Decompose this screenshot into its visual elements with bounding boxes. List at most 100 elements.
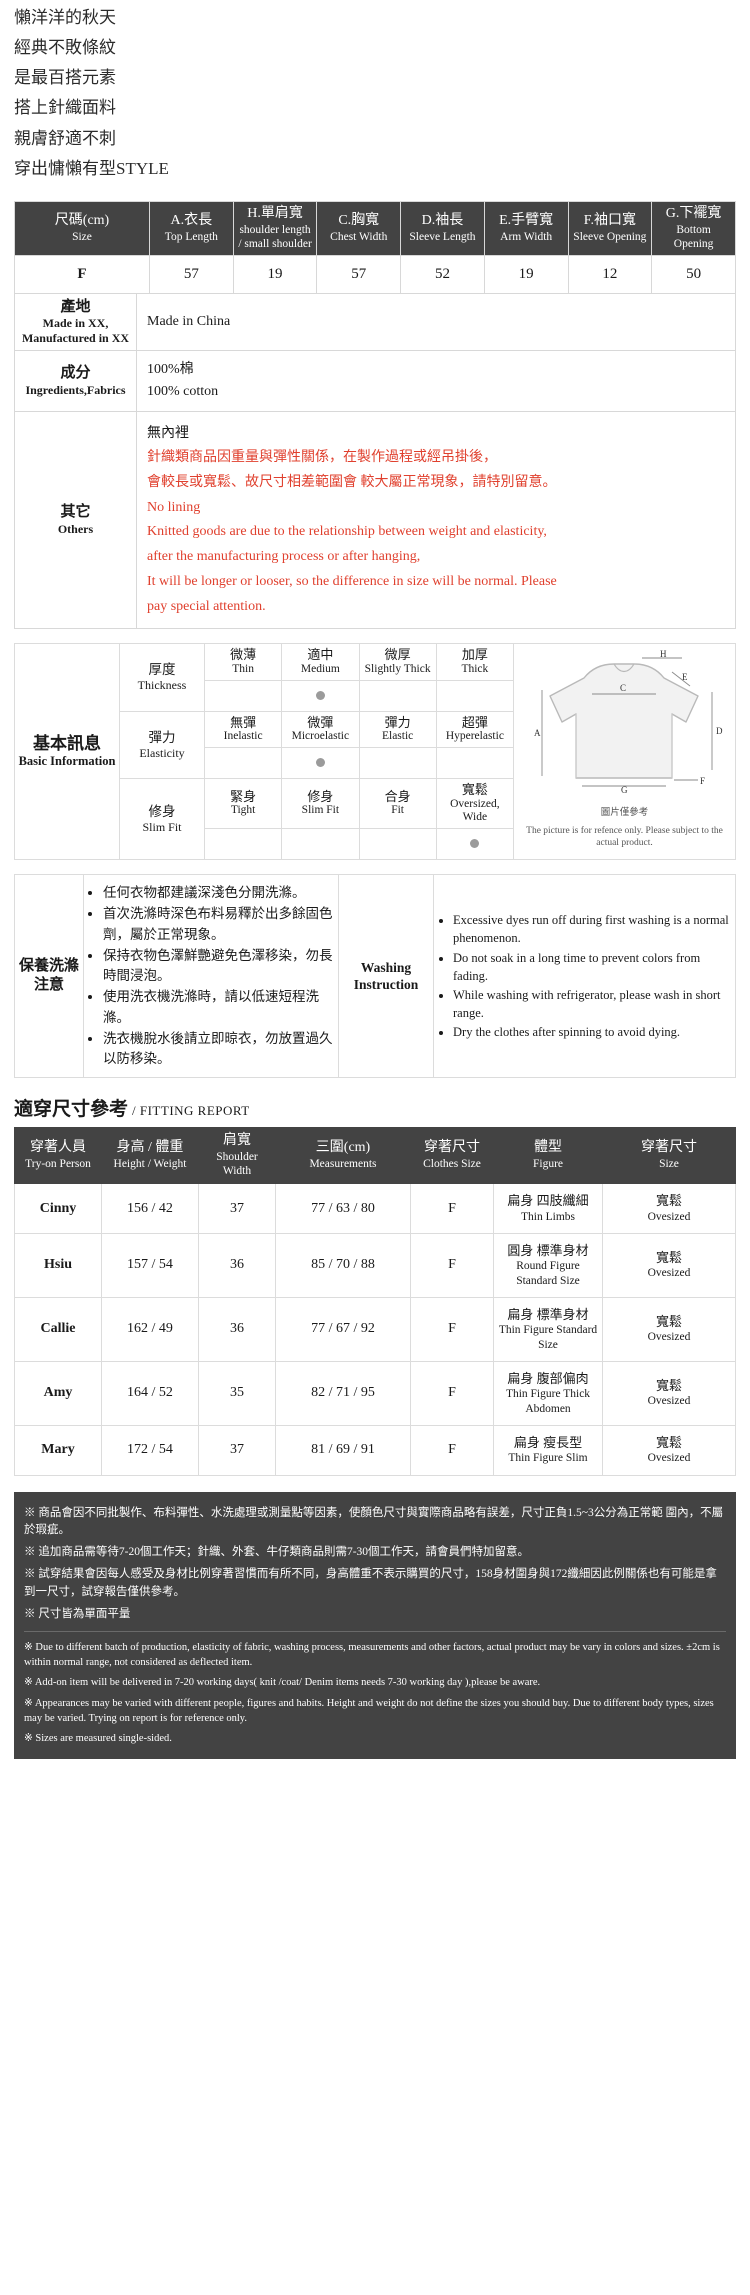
fitting-col-shoulder: 肩寬 Shoulder Width [198, 1127, 276, 1185]
slimfit-dot-cell-1 [281, 828, 360, 861]
footer-note-en: ※ Appearances may be varied with differe… [24, 1697, 714, 1724]
fitting-title-en: / FITTING REPORT [132, 1103, 250, 1119]
diagram-label-C: C [620, 683, 626, 693]
thickness-dot-cell-0 [203, 679, 283, 712]
diagram-caption-en: The picture is for refence only. Please … [526, 826, 723, 849]
size-measure-value: 19 [232, 254, 318, 294]
list-item: 保持衣物色澤鮮艷避免色澤移染，勿長時間浸泡。 [103, 946, 335, 987]
fitting-shoulder: 37 [198, 1183, 276, 1234]
fitting-height-weight: 162 / 49 [101, 1296, 199, 1362]
sweater-diagram-icon: A C D E F G H [534, 649, 723, 795]
fitting-figure: 圓身 標準身材 Round Figure Standard Size [493, 1232, 603, 1298]
size-measure-value: 19 [483, 254, 569, 294]
thickness-dot-cell-3 [435, 679, 515, 712]
fitting-measurements: 77 / 63 / 80 [275, 1183, 411, 1234]
slimfit-dot-cell-0 [203, 828, 283, 861]
others-row: 其它 Others 無內裡 針織類商品因重量與彈性關係，在製作過程或經吊掛後， … [14, 410, 736, 630]
fitting-height-weight: 157 / 54 [101, 1232, 199, 1298]
list-item: Dry the clothes after spinning to avoid … [453, 1023, 732, 1041]
basic-information-table: 基本訊息 Basic Information 厚度 Thickness 微薄 T… [14, 643, 736, 861]
others-note-en-2: Knitted goods are due to the relationshi… [147, 524, 547, 540]
fitting-col-height-weight: 身高 / 體重 Height / Weight [101, 1127, 199, 1185]
others-lining-cn: 無內裡 [147, 425, 189, 441]
elasticity-option-microelastic: 微彈 Microelastic [281, 710, 360, 748]
footer-disclaimer: ※ 商品會因不同批製作、布料彈性、水洗處理或測量點等因素，使顏色尺寸與實際商品略… [14, 1491, 736, 1760]
washing-items-en: Excessive dyes run off during first wash… [433, 874, 736, 1079]
fitting-clothes-size: F [410, 1296, 494, 1362]
footer-note-cn: ※ 商品會因不同批製作、布料彈性、水洗處理或測量點等因素，使顏色尺寸與實際商品略… [24, 1506, 724, 1536]
others-note-en-1: No lining [147, 499, 201, 515]
others-note-en-4: It will be longer or looser, so the diff… [147, 573, 557, 589]
table-row: Amy 164 / 52 35 82 / 71 / 95 F 扁身 腹部偏肉 T… [14, 1360, 736, 1426]
fitting-shoulder: 37 [198, 1424, 276, 1476]
footer-note-en: ※ Sizes are measured single-sided. [24, 1733, 172, 1745]
fitting-clothes-size: F [410, 1232, 494, 1298]
fitting-height-weight: 164 / 52 [101, 1360, 199, 1426]
washing-list-cn: 任何衣物都建議深淺色分開洗滌。 首次洗滌時深色布料易釋於出多餘固色劑，屬於正常現… [87, 883, 335, 1069]
fitting-shoulder: 36 [198, 1232, 276, 1298]
washing-instruction-table: 保養洗滌注意 任何衣物都建議深淺色分開洗滌。 首次洗滌時深色布料易釋於出多餘固色… [14, 874, 736, 1079]
others-value: 無內裡 針織類商品因重量與彈性關係，在製作過程或經吊掛後， 會較長或寬鬆、故尺寸… [136, 410, 736, 630]
fabric-value-cn: 100%棉 [147, 362, 194, 378]
size-measure-value: 57 [149, 254, 234, 294]
thickness-dot-cell-1 [281, 679, 360, 712]
footer-note-cn: ※ 追加商品需等待7-20個工作天；針織、外套、牛仔類商品則需7-30個工作天，… [24, 1546, 530, 1558]
origin-row: 產地 Made in XX, Manufactured in XX Made i… [14, 292, 736, 352]
diagram-label-H: H [660, 650, 667, 659]
intro-line: 親膚舒適不刺 [14, 128, 116, 148]
others-note-en-5: pay special attention. [147, 598, 266, 614]
size-measure-value: 57 [316, 254, 402, 294]
fitting-height-weight: 172 / 54 [101, 1424, 199, 1476]
list-item: Excessive dyes run off during first wash… [453, 911, 732, 947]
footer-note-cn: ※ 尺寸皆為單面平量 [24, 1607, 131, 1620]
thickness-option-thin: 微薄 Thin [203, 643, 283, 681]
fitting-person-name: Amy [14, 1360, 102, 1426]
thickness-dot-cell-2 [358, 679, 437, 712]
size-measure-value: 12 [567, 254, 653, 294]
table-row: Mary 172 / 54 37 81 / 69 / 91 F 扁身 瘦長型 T… [14, 1424, 736, 1476]
diagram-label-E: E [682, 672, 688, 682]
slimfit-option-oversized: 寬鬆 Oversized, Wide [435, 777, 515, 830]
fitting-measurements: 77 / 67 / 92 [275, 1296, 411, 1362]
elasticity-dot-cell-2 [358, 746, 437, 779]
fabric-value: 100%棉 100% cotton [136, 350, 736, 412]
table-row: Cinny 156 / 42 37 77 / 63 / 80 F 扁身 四肢纖細… [14, 1183, 736, 1234]
elasticity-dot-cell-1 [281, 746, 360, 779]
fitting-shoulder: 35 [198, 1360, 276, 1426]
basic-information-label: 基本訊息 Basic Information [14, 643, 120, 861]
fitting-wear-size: 寬鬆 Ovesized [602, 1232, 736, 1298]
origin-label: 產地 Made in XX, Manufactured in XX [14, 292, 137, 352]
slimfit-option-fit: 合身 Fit [358, 777, 437, 830]
elasticity-label: 彈力 Elasticity [119, 710, 205, 779]
fitting-col-measurements: 三圍(cm) Measurements [275, 1127, 411, 1185]
slimfit-option-slim-fit: 修身 Slim Fit [281, 777, 360, 830]
elasticity-option-hyperelastic: 超彈 Hyperelastic [435, 710, 515, 748]
fitting-measurements: 81 / 69 / 91 [275, 1424, 411, 1476]
diagram-label-A: A [534, 728, 541, 738]
elasticity-dot-cell-0 [203, 746, 283, 779]
diagram-caption-cn: 圖片僅參考 [600, 807, 649, 818]
intro-description: 懶洋洋的秋天 經典不敗條紋 是最百搭元素 搭上針織面料 親膚舒適不刺 穿出慵懶有… [0, 0, 750, 201]
fitting-shoulder: 36 [198, 1296, 276, 1362]
diagram-label-G: G [621, 785, 628, 795]
list-item: While washing with refrigerator, please … [453, 986, 732, 1022]
fitting-height-weight: 156 / 42 [101, 1183, 199, 1234]
fitting-clothes-size: F [410, 1360, 494, 1426]
fitting-wear-size: 寬鬆 Ovesized [602, 1183, 736, 1234]
washing-items-cn: 任何衣物都建議深淺色分開洗滌。 首次洗滌時深色布料易釋於出多餘固色劑，屬於正常現… [83, 874, 339, 1079]
intro-line: 穿出慵懶有型STYLE [14, 158, 169, 178]
fabric-value-en: 100% cotton [147, 384, 219, 400]
size-chart-col-chest: C.胸寬 Chest Width [316, 200, 402, 256]
fitting-header-row: 穿著人員 Try-on Person 身高 / 體重 Height / Weig… [14, 1127, 736, 1185]
washing-instruction-label: Washing Instruction [338, 874, 434, 1079]
elasticity-option-inelastic: 無彈 Inelastic [203, 710, 283, 748]
fitting-person-name: Hsiu [14, 1232, 102, 1298]
fitting-report-title: 適穿尺寸參考 / FITTING REPORT [14, 1094, 736, 1121]
size-measure-value: 50 [651, 254, 736, 294]
size-chart-col-bottom-opening: G.下襬寬 Bottom Opening [651, 200, 736, 256]
garment-measure-diagram: A C D E F G H 圖片僅參考 The picture is for r… [513, 643, 736, 861]
size-chart-header-row: 尺碼(cm) Size A.衣長 Top Length H.單肩寬 should… [14, 200, 736, 256]
footer-notes-en: ※ Due to different batch of production, … [24, 1640, 726, 1746]
table-row: Hsiu 157 / 54 36 85 / 70 / 88 F 圓身 標準身材 … [14, 1232, 736, 1298]
washing-row: 保養洗滌注意 任何衣物都建議深淺色分開洗滌。 首次洗滌時深色布料易釋於出多餘固色… [14, 874, 736, 1079]
